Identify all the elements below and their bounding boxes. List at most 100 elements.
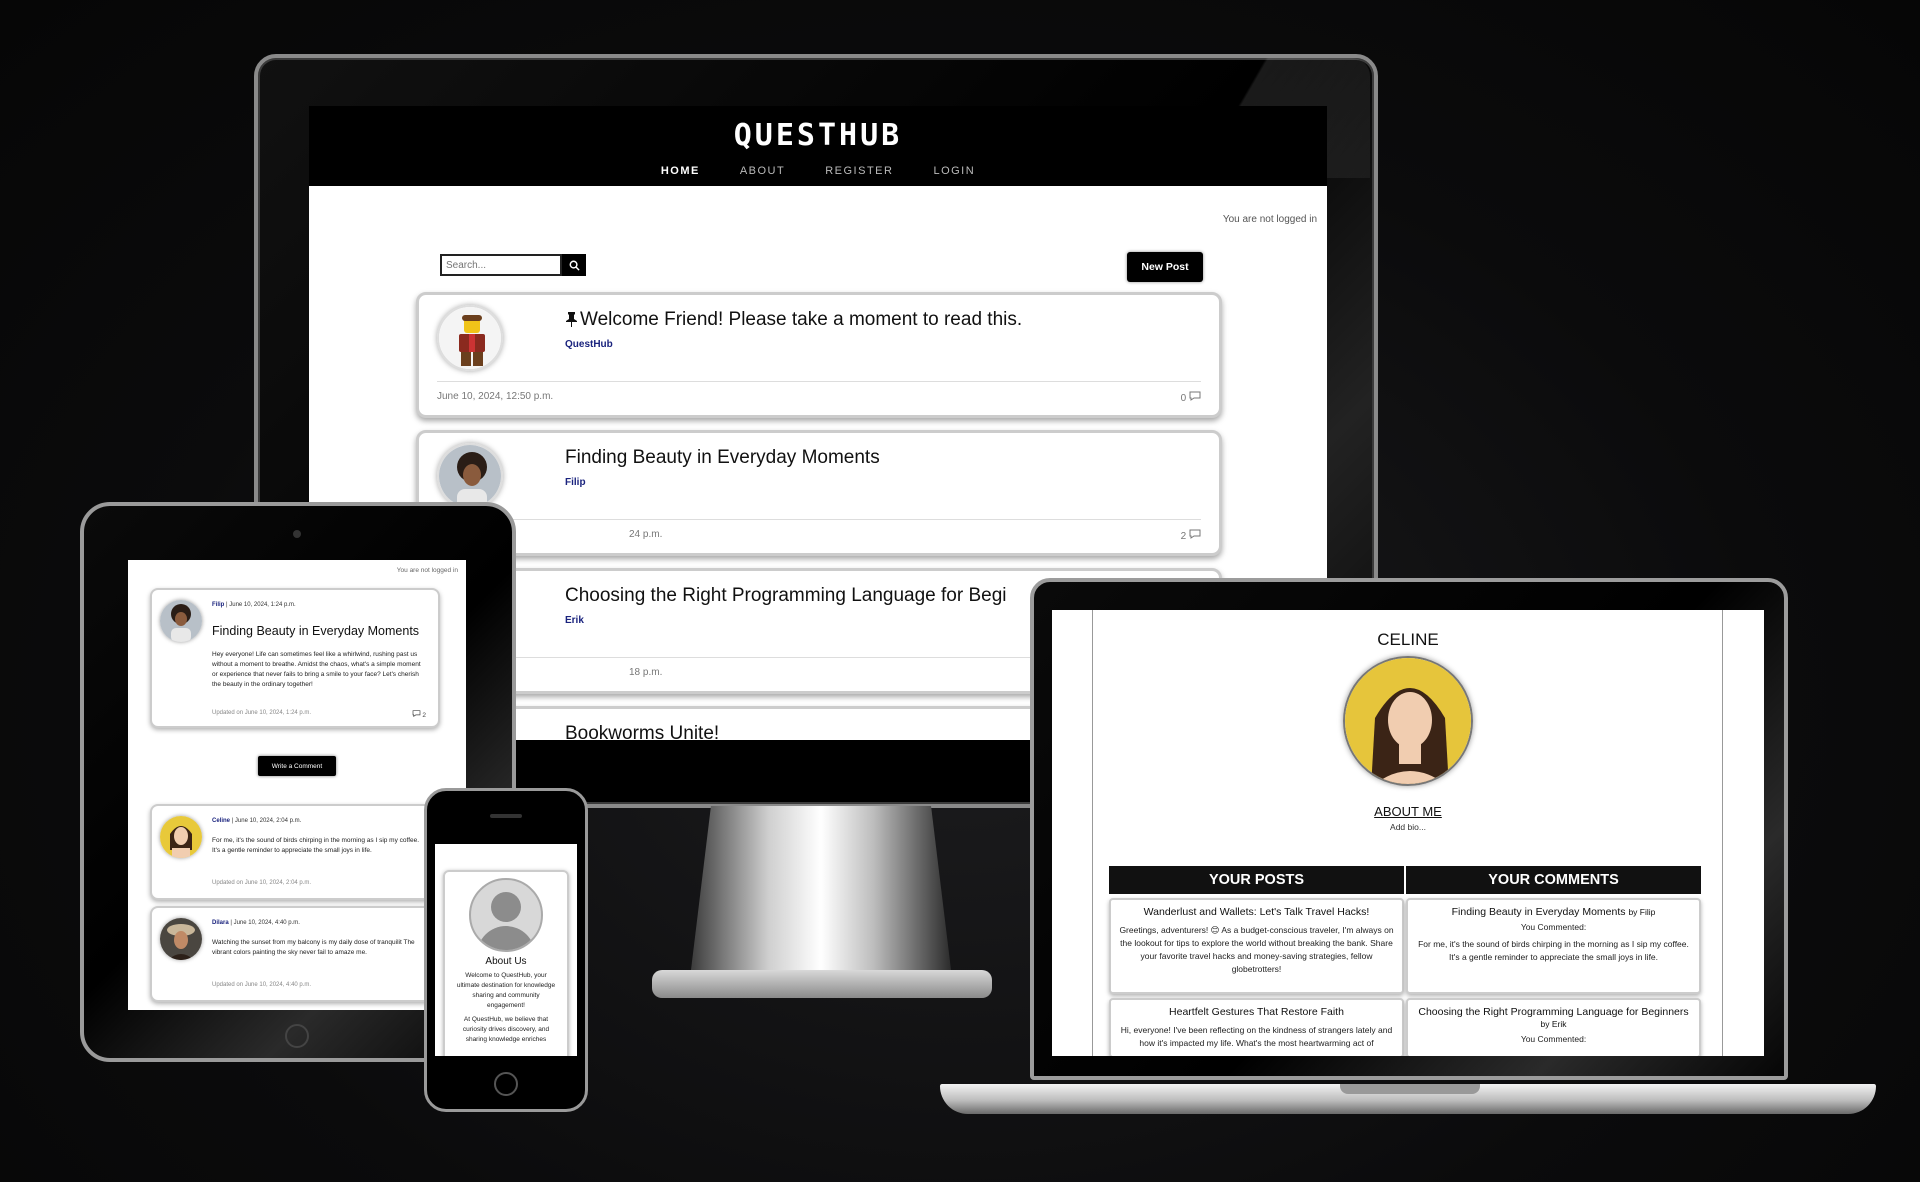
comment-post-author: by Erik: [1540, 1019, 1567, 1029]
avatar: [160, 600, 202, 642]
about-card: About Us Welcome to QuestHub, your ultim…: [443, 870, 569, 1056]
post-title[interactable]: Finding Beauty in Everyday Moments: [565, 447, 880, 469]
post-author[interactable]: Erik: [565, 615, 584, 626]
monitor-stand-base: [652, 970, 992, 998]
post-title: Finding Beauty in Everyday Moments: [212, 624, 420, 638]
post-title[interactable]: Bookworms Unite!: [565, 723, 719, 740]
comment-date: June 10, 2024, 2:04 p.m.: [234, 818, 302, 824]
your-comments-heading: YOUR COMMENTS: [1406, 866, 1701, 894]
login-status: You are not logged in: [1222, 214, 1317, 225]
site-header: QUESTHUB HOME ABOUT REGISTER LOGIN: [309, 106, 1327, 186]
profile-name: CELINE: [1377, 630, 1439, 649]
profile-post-card[interactable]: Heartfelt Gestures That Restore Faith Hi…: [1109, 998, 1404, 1056]
comment-post-title-text: Finding Beauty in Everyday Moments: [1451, 906, 1626, 918]
post-title: Heartfelt Gestures That Restore Faith: [1169, 1006, 1344, 1018]
monitor-stand: [690, 806, 952, 978]
post-title: Wanderlust and Wallets: Let's Talk Trave…: [1143, 906, 1370, 918]
your-posts-column: YOUR POSTS Wanderlust and Wallets: Let's…: [1109, 866, 1404, 1056]
laptop-screen: CELINE ABOUT ME Add bio... YOUR POSTS Wa…: [1052, 610, 1764, 1056]
laptop-notch: [1340, 1084, 1480, 1094]
about-text: At QuestHub, we believe that curiosity d…: [462, 1016, 550, 1043]
phone-screen: About Us Welcome to QuestHub, your ultim…: [435, 844, 577, 1056]
comment-author[interactable]: Dilara: [212, 920, 229, 926]
nav-register[interactable]: REGISTER: [825, 165, 893, 177]
post-author[interactable]: Filip: [565, 477, 586, 488]
comment-card: Celine | June 10, 2024, 2:04 p.m. For me…: [150, 804, 440, 900]
profile-comment-card[interactable]: Finding Beauty in Everyday Moments by Fi…: [1406, 898, 1701, 994]
search-button[interactable]: [562, 254, 586, 276]
comment-post-author: by Filip: [1628, 907, 1656, 917]
comment-body: For me, it's the sound of birds chirping…: [1418, 939, 1689, 962]
profile-comment-card[interactable]: Choosing the Right Programming Language …: [1406, 998, 1701, 1056]
comment-body: Watching the sunset from my balcony is m…: [212, 939, 415, 956]
post-title-text: Welcome Friend! Please take a moment to …: [580, 309, 1023, 330]
phone-home-button: [494, 1072, 518, 1096]
search-bar: [440, 254, 586, 276]
post-date: 24 p.m.: [629, 529, 663, 540]
comment-count-value: 2: [422, 712, 426, 719]
post-body: Greetings, adventurers! 😊 As a budget-co…: [1119, 925, 1394, 974]
profile-avatar: [1343, 656, 1473, 786]
comment-count-value: 2: [1180, 531, 1187, 542]
default-avatar-icon: [469, 878, 543, 952]
comment-updated: Updated on June 10, 2024, 4:40 p.m.: [212, 982, 312, 988]
post-date: 18 p.m.: [629, 667, 663, 678]
comment-icon: [1189, 391, 1201, 401]
avatar: [160, 918, 202, 960]
phone-speaker: [490, 814, 522, 818]
comment-post-title: Choosing the Right Programming Language …: [1416, 1006, 1691, 1030]
search-input[interactable]: [440, 254, 562, 276]
comment-count: 2: [1181, 529, 1201, 542]
comment-icon: [412, 710, 420, 717]
nav-login[interactable]: LOGIN: [933, 165, 975, 177]
post-author[interactable]: Filip: [212, 602, 224, 608]
about-title: About Us: [485, 956, 527, 967]
comment-meta: Dilara | June 10, 2024, 4:40 p.m.: [212, 920, 300, 926]
comment-post-title-text: Choosing the Right Programming Language …: [1418, 1006, 1689, 1018]
new-post-button[interactable]: New Post: [1127, 252, 1203, 282]
post-card[interactable]: Finding Beauty in Everyday Moments Filip…: [416, 430, 1222, 556]
comment-count: 2: [412, 710, 426, 719]
main-nav: HOME ABOUT REGISTER LOGIN: [309, 165, 1327, 177]
avatar: [437, 443, 503, 509]
write-comment-button[interactable]: Write a Comment: [258, 756, 336, 776]
about-me-heading: ABOUT ME: [1374, 804, 1442, 819]
comment-author[interactable]: Celine: [212, 818, 230, 824]
search-icon: [569, 260, 580, 271]
profile-post-card[interactable]: Wanderlust and Wallets: Let's Talk Trave…: [1109, 898, 1404, 994]
you-commented-label: You Commented:: [1520, 1034, 1587, 1044]
tablet-home-button: [285, 1024, 309, 1048]
comment-count: 0: [1181, 391, 1201, 404]
post-detail-card: Filip | June 10, 2024, 1:24 p.m. Finding…: [150, 588, 440, 728]
post-author[interactable]: QuestHub: [565, 339, 613, 350]
page-rail: [1092, 610, 1093, 1056]
post-updated: Updated on June 10, 2024, 1:24 p.m.: [212, 710, 312, 716]
comment-card: Dilara | June 10, 2024, 4:40 p.m. Watchi…: [150, 906, 440, 1002]
nav-home[interactable]: HOME: [661, 165, 700, 177]
login-status: You are not logged in: [396, 567, 458, 574]
divider: [437, 381, 1201, 382]
comment-count-value: 0: [1180, 393, 1187, 404]
post-body: Hi, everyone! I've been reflecting on th…: [1120, 1025, 1393, 1048]
comment-date: June 10, 2024, 4:40 p.m.: [233, 920, 300, 926]
comment-updated: Updated on June 10, 2024, 2:04 p.m.: [212, 880, 312, 886]
profile-bio[interactable]: Add bio...: [1052, 822, 1764, 832]
divider: [437, 519, 1201, 520]
comment-icon: [1189, 529, 1201, 539]
avatar: [437, 305, 503, 371]
tablet-camera: [293, 530, 301, 538]
tablet-screen: You are not logged in Filip | June 10, 2…: [128, 560, 466, 1010]
avatar: [160, 816, 202, 858]
nav-about[interactable]: ABOUT: [740, 165, 785, 177]
your-posts-heading: YOUR POSTS: [1109, 866, 1404, 894]
page-rail: [1722, 610, 1723, 1056]
post-title[interactable]: Welcome Friend! Please take a moment to …: [565, 309, 1022, 331]
about-text: Welcome to QuestHub, your ultimate desti…: [456, 972, 556, 1009]
post-card[interactable]: Welcome Friend! Please take a moment to …: [416, 292, 1222, 418]
comment-post-title: Finding Beauty in Everyday Moments by Fi…: [1416, 906, 1691, 918]
post-body: Hey everyone! Life can sometimes feel li…: [212, 651, 421, 688]
comment-body: For me, it's the sound of birds chirping…: [212, 837, 420, 854]
site-logo[interactable]: QUESTHUB: [309, 106, 1327, 153]
post-title[interactable]: Choosing the Right Programming Language …: [565, 585, 1007, 607]
you-commented-label: You Commented:: [1520, 922, 1587, 932]
